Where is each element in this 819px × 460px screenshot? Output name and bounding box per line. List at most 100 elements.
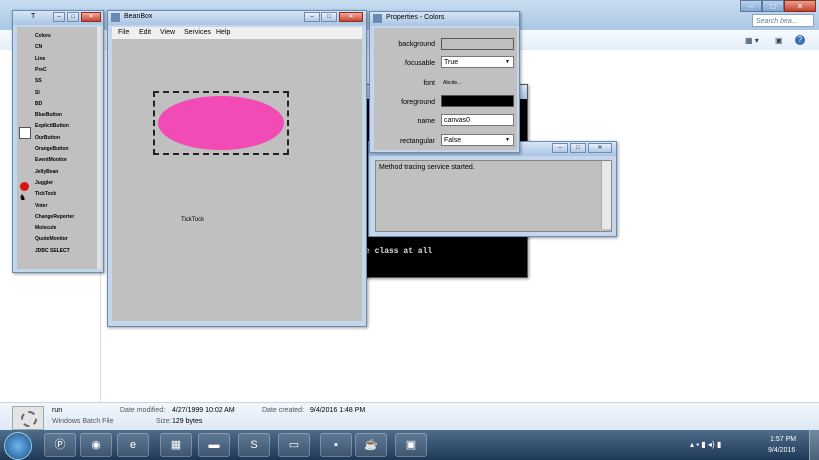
prop-focusable-value: True: [444, 59, 459, 66]
bean-canvas[interactable]: TickTock: [112, 39, 362, 321]
prop-rectangular-value: False: [444, 137, 462, 144]
selected-bean-border[interactable]: [153, 91, 289, 155]
folder-icon[interactable]: ▬: [198, 433, 230, 457]
batch-file-icon: [12, 406, 44, 430]
prop-name-input[interactable]: canvas0: [441, 114, 514, 126]
method-tracer-window[interactable]: – □ ✕ Method tracing service started.: [368, 141, 617, 237]
toolbox-item[interactable]: BlueButton: [35, 112, 62, 118]
close-button[interactable]: ✕: [588, 143, 612, 153]
properties-title: Properties - Colors: [386, 14, 445, 21]
toolbox-item[interactable]: QuoteMonitor: [35, 236, 68, 242]
chrome-icon[interactable]: ◉: [80, 433, 112, 457]
tracer-scrollbar[interactable]: [601, 161, 611, 229]
menu-view[interactable]: View: [160, 29, 175, 36]
file-name: run: [52, 407, 63, 414]
toolbox-item[interactable]: CN: [35, 44, 42, 50]
menu-edit[interactable]: Edit: [139, 29, 151, 36]
toolbox-item[interactable]: Voter: [35, 203, 47, 209]
prop-focusable-select[interactable]: True ▼: [441, 56, 514, 68]
start-button[interactable]: [4, 432, 32, 460]
toolbox-title: T: [31, 13, 36, 20]
toolbox-item[interactable]: TickTock: [35, 191, 56, 197]
prop-name-value: canvas0: [444, 117, 471, 124]
prop-font-value[interactable]: Abcde...: [443, 80, 461, 86]
clock-time[interactable]: 1:57 PM: [770, 436, 796, 443]
beanbox-titlebar[interactable]: BeanBox – □ ✕: [108, 11, 366, 25]
prop-foreground-swatch[interactable]: [441, 95, 514, 107]
properties-titlebar[interactable]: Properties - Colors: [370, 12, 519, 26]
maximize-button[interactable]: □: [762, 0, 784, 12]
explicit-button-icon: [19, 127, 31, 139]
minimize-button[interactable]: –: [740, 0, 762, 12]
cmd-icon[interactable]: ▪: [320, 433, 352, 457]
size-value: 129 bytes: [172, 418, 203, 425]
menu-file[interactable]: File: [118, 29, 129, 36]
close-button[interactable]: ✕: [339, 12, 363, 22]
tracer-message: Method tracing service started.: [379, 164, 475, 171]
ticktock-bean[interactable]: TickTock: [181, 217, 204, 223]
minimize-button[interactable]: –: [304, 12, 320, 22]
view-options-icon[interactable]: ▦ ▾: [745, 36, 759, 45]
toolbox-item[interactable]: OurButton: [35, 135, 60, 141]
toolbox-item[interactable]: JDBC SELECT: [35, 248, 70, 254]
preview-pane-icon[interactable]: ▣: [775, 36, 783, 45]
toolbox-item[interactable]: PreC: [35, 67, 47, 73]
prop-background-label: background: [398, 41, 435, 48]
date-created-label: Date created:: [262, 407, 305, 414]
skype-icon[interactable]: S: [238, 433, 270, 457]
toolbox-titlebar[interactable]: T – □ ✕: [13, 11, 103, 25]
properties-sheet: background focusable True ▼ font Abcde..…: [374, 28, 517, 150]
help-icon[interactable]: ?: [795, 35, 805, 45]
date-created-value: 9/4/2016 1:48 PM: [310, 407, 366, 414]
toolbox-item[interactable]: SS: [35, 78, 42, 84]
show-desktop-button[interactable]: [809, 430, 819, 460]
window-app-icon[interactable]: ▣: [395, 433, 427, 457]
tracer-text-area[interactable]: Method tracing service started.: [375, 160, 612, 232]
toolbox-item[interactable]: SI: [35, 90, 40, 96]
explorer-ie-icon[interactable]: e: [117, 433, 149, 457]
toolbox-item[interactable]: Juggler: [35, 180, 53, 186]
jellybean-icon: [20, 182, 29, 191]
toolbox-item[interactable]: OrangeButton: [35, 146, 69, 152]
app-p-icon[interactable]: Ⓟ: [44, 433, 76, 457]
toolbox-item[interactable]: ExplicitButton: [35, 123, 69, 129]
toolbox-scrollbar[interactable]: [97, 27, 101, 269]
maximize-button[interactable]: □: [67, 12, 79, 22]
toolbox-item[interactable]: Molecule: [35, 225, 56, 231]
toolbox-window[interactable]: T – □ ✕ Colors CN Line PreC SS SI BD BlueButton…: [12, 10, 104, 273]
toolbox-item[interactable]: BD: [35, 101, 42, 107]
photos-icon[interactable]: ▦: [160, 433, 192, 457]
maximize-button[interactable]: □: [321, 12, 337, 22]
java-icon[interactable]: ☕: [355, 433, 387, 457]
minimize-button[interactable]: –: [552, 143, 568, 153]
date-modified-value: 4/27/1999 10:02 AM: [172, 407, 235, 414]
maximize-button[interactable]: □: [570, 143, 586, 153]
clock-date[interactable]: 9/4/2016: [768, 447, 795, 454]
menu-help[interactable]: Help: [216, 29, 230, 36]
toolbox-item[interactable]: Colors: [35, 33, 51, 39]
prop-font-label: font: [423, 80, 435, 87]
properties-window[interactable]: Properties - Colors background focusable…: [369, 11, 520, 153]
java-app-icon: [373, 14, 382, 23]
prop-background-swatch[interactable]: [441, 38, 514, 50]
tray-icons[interactable]: ▴ ▪ ▮ ◂) ▮: [690, 440, 721, 449]
prop-foreground-label: foreground: [401, 99, 435, 106]
prop-name-label: name: [417, 118, 435, 125]
size-label: Size:: [156, 418, 172, 425]
menu-services[interactable]: Services: [184, 29, 211, 36]
close-button[interactable]: ✕: [784, 0, 816, 12]
date-modified-label: Date modified:: [120, 407, 166, 414]
file-explorer-icon[interactable]: ▭: [278, 433, 310, 457]
toolbox-item[interactable]: EventMonitor: [35, 157, 67, 163]
toolbox-item[interactable]: ChangeReporter: [35, 214, 74, 220]
search-input[interactable]: Search bea...: [752, 14, 814, 27]
prop-rectangular-select[interactable]: False ▼: [441, 134, 514, 146]
toolbox-item[interactable]: Line: [35, 56, 45, 62]
beanbox-window[interactable]: BeanBox – □ ✕ File Edit View Services He…: [107, 10, 367, 327]
minimize-button[interactable]: –: [53, 12, 65, 22]
dropdown-arrow-icon: ▼: [505, 59, 510, 65]
close-button[interactable]: ✕: [81, 12, 101, 22]
dropdown-arrow-icon: ▼: [505, 137, 510, 143]
pink-ellipse-bean[interactable]: [158, 96, 284, 150]
toolbox-item[interactable]: JellyBean: [35, 169, 58, 175]
